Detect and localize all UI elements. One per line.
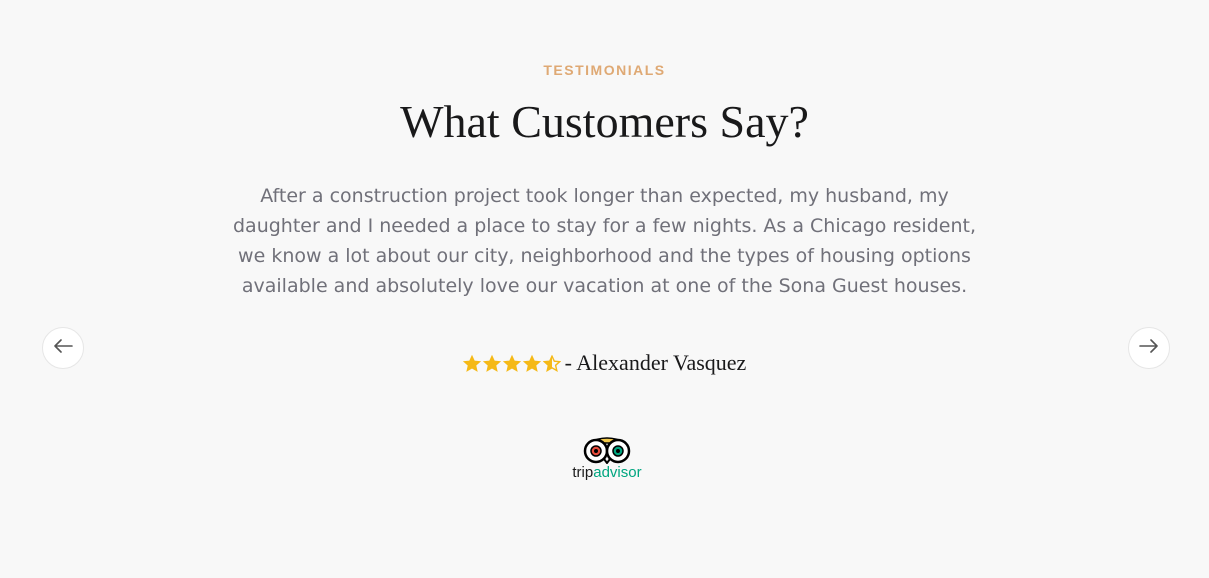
tripadvisor-owl-icon	[583, 437, 631, 464]
star-full-icon	[522, 355, 541, 372]
section-eyebrow: TESTIMONIALS	[543, 62, 666, 78]
star-half-icon	[542, 355, 561, 372]
star-full-icon	[502, 355, 521, 372]
star-full-icon	[482, 355, 501, 372]
previous-slide-button[interactable]	[42, 327, 84, 369]
star-rating	[462, 355, 561, 372]
tripadvisor-logo: tripadvisor	[570, 434, 644, 492]
arrow-left-icon	[53, 338, 73, 358]
next-slide-button[interactable]	[1128, 327, 1170, 369]
testimonial-quote: After a construction project took longer…	[233, 185, 976, 297]
testimonial-section: TESTIMONIALS What Customers Say? After a…	[0, 0, 1209, 578]
testimonial-author: - Alexander Vasquez	[564, 350, 747, 375]
star-full-icon	[462, 355, 481, 372]
arrow-right-icon	[1139, 338, 1159, 358]
testimonial-author-row: - Alexander Vasquez	[0, 349, 1209, 377]
logo-text-advisor: advisor	[593, 464, 642, 481]
section-title: What Customers Say?	[400, 96, 809, 147]
logo-text-trip: trip	[572, 464, 594, 481]
